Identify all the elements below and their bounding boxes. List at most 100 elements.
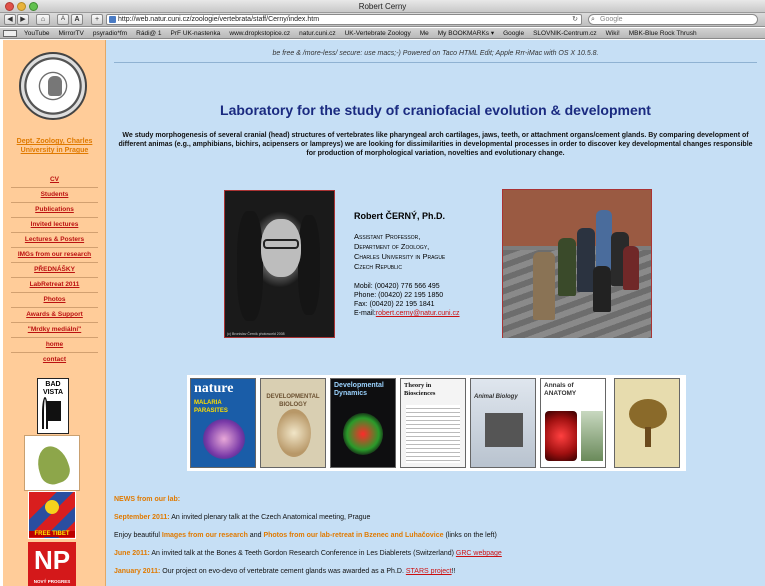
text-smaller-button[interactable]: A [57,14,69,25]
journal-cover-developmental-dynamics[interactable]: Developmental Dynamics [330,378,396,468]
sidebar-nav-link[interactable]: Students [3,191,106,199]
role-line: Department of Zoology, [354,242,430,251]
np-label: NP [33,545,71,575]
leaf-badge[interactable] [24,435,80,491]
web-page: Dept. Zoology, Charles University in Pra… [0,40,765,586]
sidebar-nav-link[interactable]: Lectures & Posters [3,236,106,244]
news-heading: NEWS from our lab: [114,496,181,503]
nav-divider [11,232,98,233]
news-text: Our project on evo-devo of vertebrate ce… [160,568,406,575]
journal-title: DEVELOPMENTAL BIOLOGY [266,394,320,408]
portrait-hair [237,211,263,321]
bad-vista-badge[interactable]: BAD VISTA [37,378,69,434]
journal-cover-tree[interactable] [614,378,680,468]
nav-divider [11,277,98,278]
sidebar-nav-link[interactable]: "Mrdky mediální" [3,326,106,334]
portrait-photo: (c) Bronislav Černík photoworld 2008 [224,190,335,338]
department-link[interactable]: Dept. Zoology, Charles University in Pra… [3,137,106,155]
header-divider [114,62,757,63]
window-title: Robert Cerny [358,2,407,11]
sidebar-nav-link[interactable]: Awards & Support [3,311,106,319]
browser-toolbar: ◀ ▶ ⌂ A A + http://web.natur.cuni.cz/zoo… [0,13,765,27]
person-name: Robert ČERNÝ, Ph.D. [354,211,446,221]
sidebar-nav-link[interactable]: LabRetreat 2011 [3,281,106,289]
bookmark-item[interactable]: My BOOKMARKs ▾ [438,28,494,38]
site-favicon-icon [109,16,116,23]
np-sub-label: NOVÝ PROGRES [33,579,71,584]
tree-trunk-icon [645,427,651,447]
role-line: Charles University in Prague [354,252,446,261]
close-window-button[interactable] [5,2,14,11]
reload-icon[interactable]: ↻ [572,15,578,24]
journal-cover-annals-of-anatomy[interactable]: Annals of ANATOMY [540,378,606,468]
intro-text: We study morphogenesis of several crania… [118,132,753,157]
journal-cover-developmental-biology[interactable]: DEVELOPMENTAL BIOLOGY [260,378,326,468]
stars-project-link[interactable]: STARS project [406,568,452,575]
bookmark-item[interactable]: Me [420,28,429,38]
portrait-glasses [263,239,299,249]
journal-title: nature [194,381,234,396]
bookmark-item[interactable]: natur.cuni.cz [299,28,336,38]
text-bigger-button[interactable]: A [71,14,83,25]
news-text: !! [451,568,456,575]
sidebar-nav-link[interactable]: home [3,341,106,349]
bookmark-item[interactable]: PrF UK-nastenka [171,28,221,38]
back-button[interactable]: ◀ [4,14,16,25]
photos-link[interactable]: Photos from our lab-retreat in Bzenec an… [263,532,443,539]
sidebar: Dept. Zoology, Charles University in Pra… [3,40,106,586]
email-link[interactable]: robert.cerny@natur.cuni.cz [376,310,460,317]
fax-number: Fax: (00420) 22 195 1841 [354,301,435,308]
email-row: E-mail:robert.cerny@natur.cuni.cz [354,309,460,318]
bookmark-item[interactable]: Rádi@ 1 [136,28,161,38]
sidebar-nav-link[interactable]: CV [3,176,106,184]
minimize-window-button[interactable] [17,2,26,11]
news-text: An invited plenary talk at the Czech Ana… [169,514,371,521]
news-item: January 2011: Our project on evo-devo of… [114,567,757,576]
seal-figure [48,76,62,96]
sidebar-nav-link[interactable]: PŘEDNÁŠKY [3,266,106,274]
portrait-credit: (c) Bronislav Černík photoworld 2008 [227,332,285,336]
add-bookmark-button[interactable]: + [91,14,103,25]
university-seal-logo [19,52,87,120]
bookmark-item[interactable]: www.dropkstopice.cz [229,28,290,38]
sidebar-nav-link[interactable]: Photos [3,296,106,304]
nav-divider [11,247,98,248]
bookmark-item[interactable]: Wiki! [606,28,620,38]
news-list: September 2011: An invited plenary talk … [114,513,757,585]
nav-divider [11,202,98,203]
nav-divider [11,187,98,188]
np-badge[interactable]: NP NOVÝ PROGRES [28,542,76,586]
nav-divider [11,352,98,353]
sidebar-nav-link[interactable]: Invited lectures [3,221,106,229]
bookmark-item[interactable]: SLOVNIK-Centrum.cz [533,28,597,38]
address-url: http://web.natur.cuni.cz/zoologie/verteb… [118,16,320,23]
sidebar-nav-link[interactable]: contact [3,356,106,364]
journal-subtitle: MALARIA PARASITES [194,400,228,414]
address-bar[interactable]: http://web.natur.cuni.cz/zoologie/verteb… [106,14,582,25]
email-label: E-mail: [354,310,376,317]
news-item: June 2011: An invited talk at the Bones … [114,549,757,558]
bookmarks-menu-icon[interactable] [3,30,17,37]
home-button[interactable]: ⌂ [36,14,50,25]
journal-cover-art [485,413,523,447]
zoom-window-button[interactable] [29,2,38,11]
sidebar-nav-link[interactable]: IMGs from our research [3,251,106,259]
bookmark-item[interactable]: YouTube [24,28,50,38]
journal-cover-theory-in-biosciences[interactable]: Theory in Biosciences [400,378,466,468]
free-tibet-badge[interactable]: FREE TIBET [28,491,76,539]
grc-webpage-link[interactable]: GRC webpage [456,550,502,557]
bookmark-item[interactable]: MirrorTV [59,28,84,38]
bookmark-item[interactable]: Google [503,28,524,38]
search-icon: ⌕ [591,16,595,23]
forward-button[interactable]: ▶ [17,14,29,25]
bookmark-item[interactable]: psyradio*fm [93,28,127,38]
portrait-hair [298,215,320,315]
journal-cover-nature[interactable]: nature MALARIA PARASITES [190,378,256,468]
sun-icon [45,500,59,514]
bookmark-item[interactable]: UK-Vertebrate Zoology [345,28,411,38]
sidebar-nav-link[interactable]: Publications [3,206,106,214]
images-link[interactable]: Images from our research [162,532,248,539]
bookmark-item[interactable]: MBK-Blue Rock Thrush [629,28,697,38]
journal-cover-animal-biology[interactable]: Animal Biology [470,378,536,468]
search-input[interactable]: ⌕ Google [588,14,758,25]
